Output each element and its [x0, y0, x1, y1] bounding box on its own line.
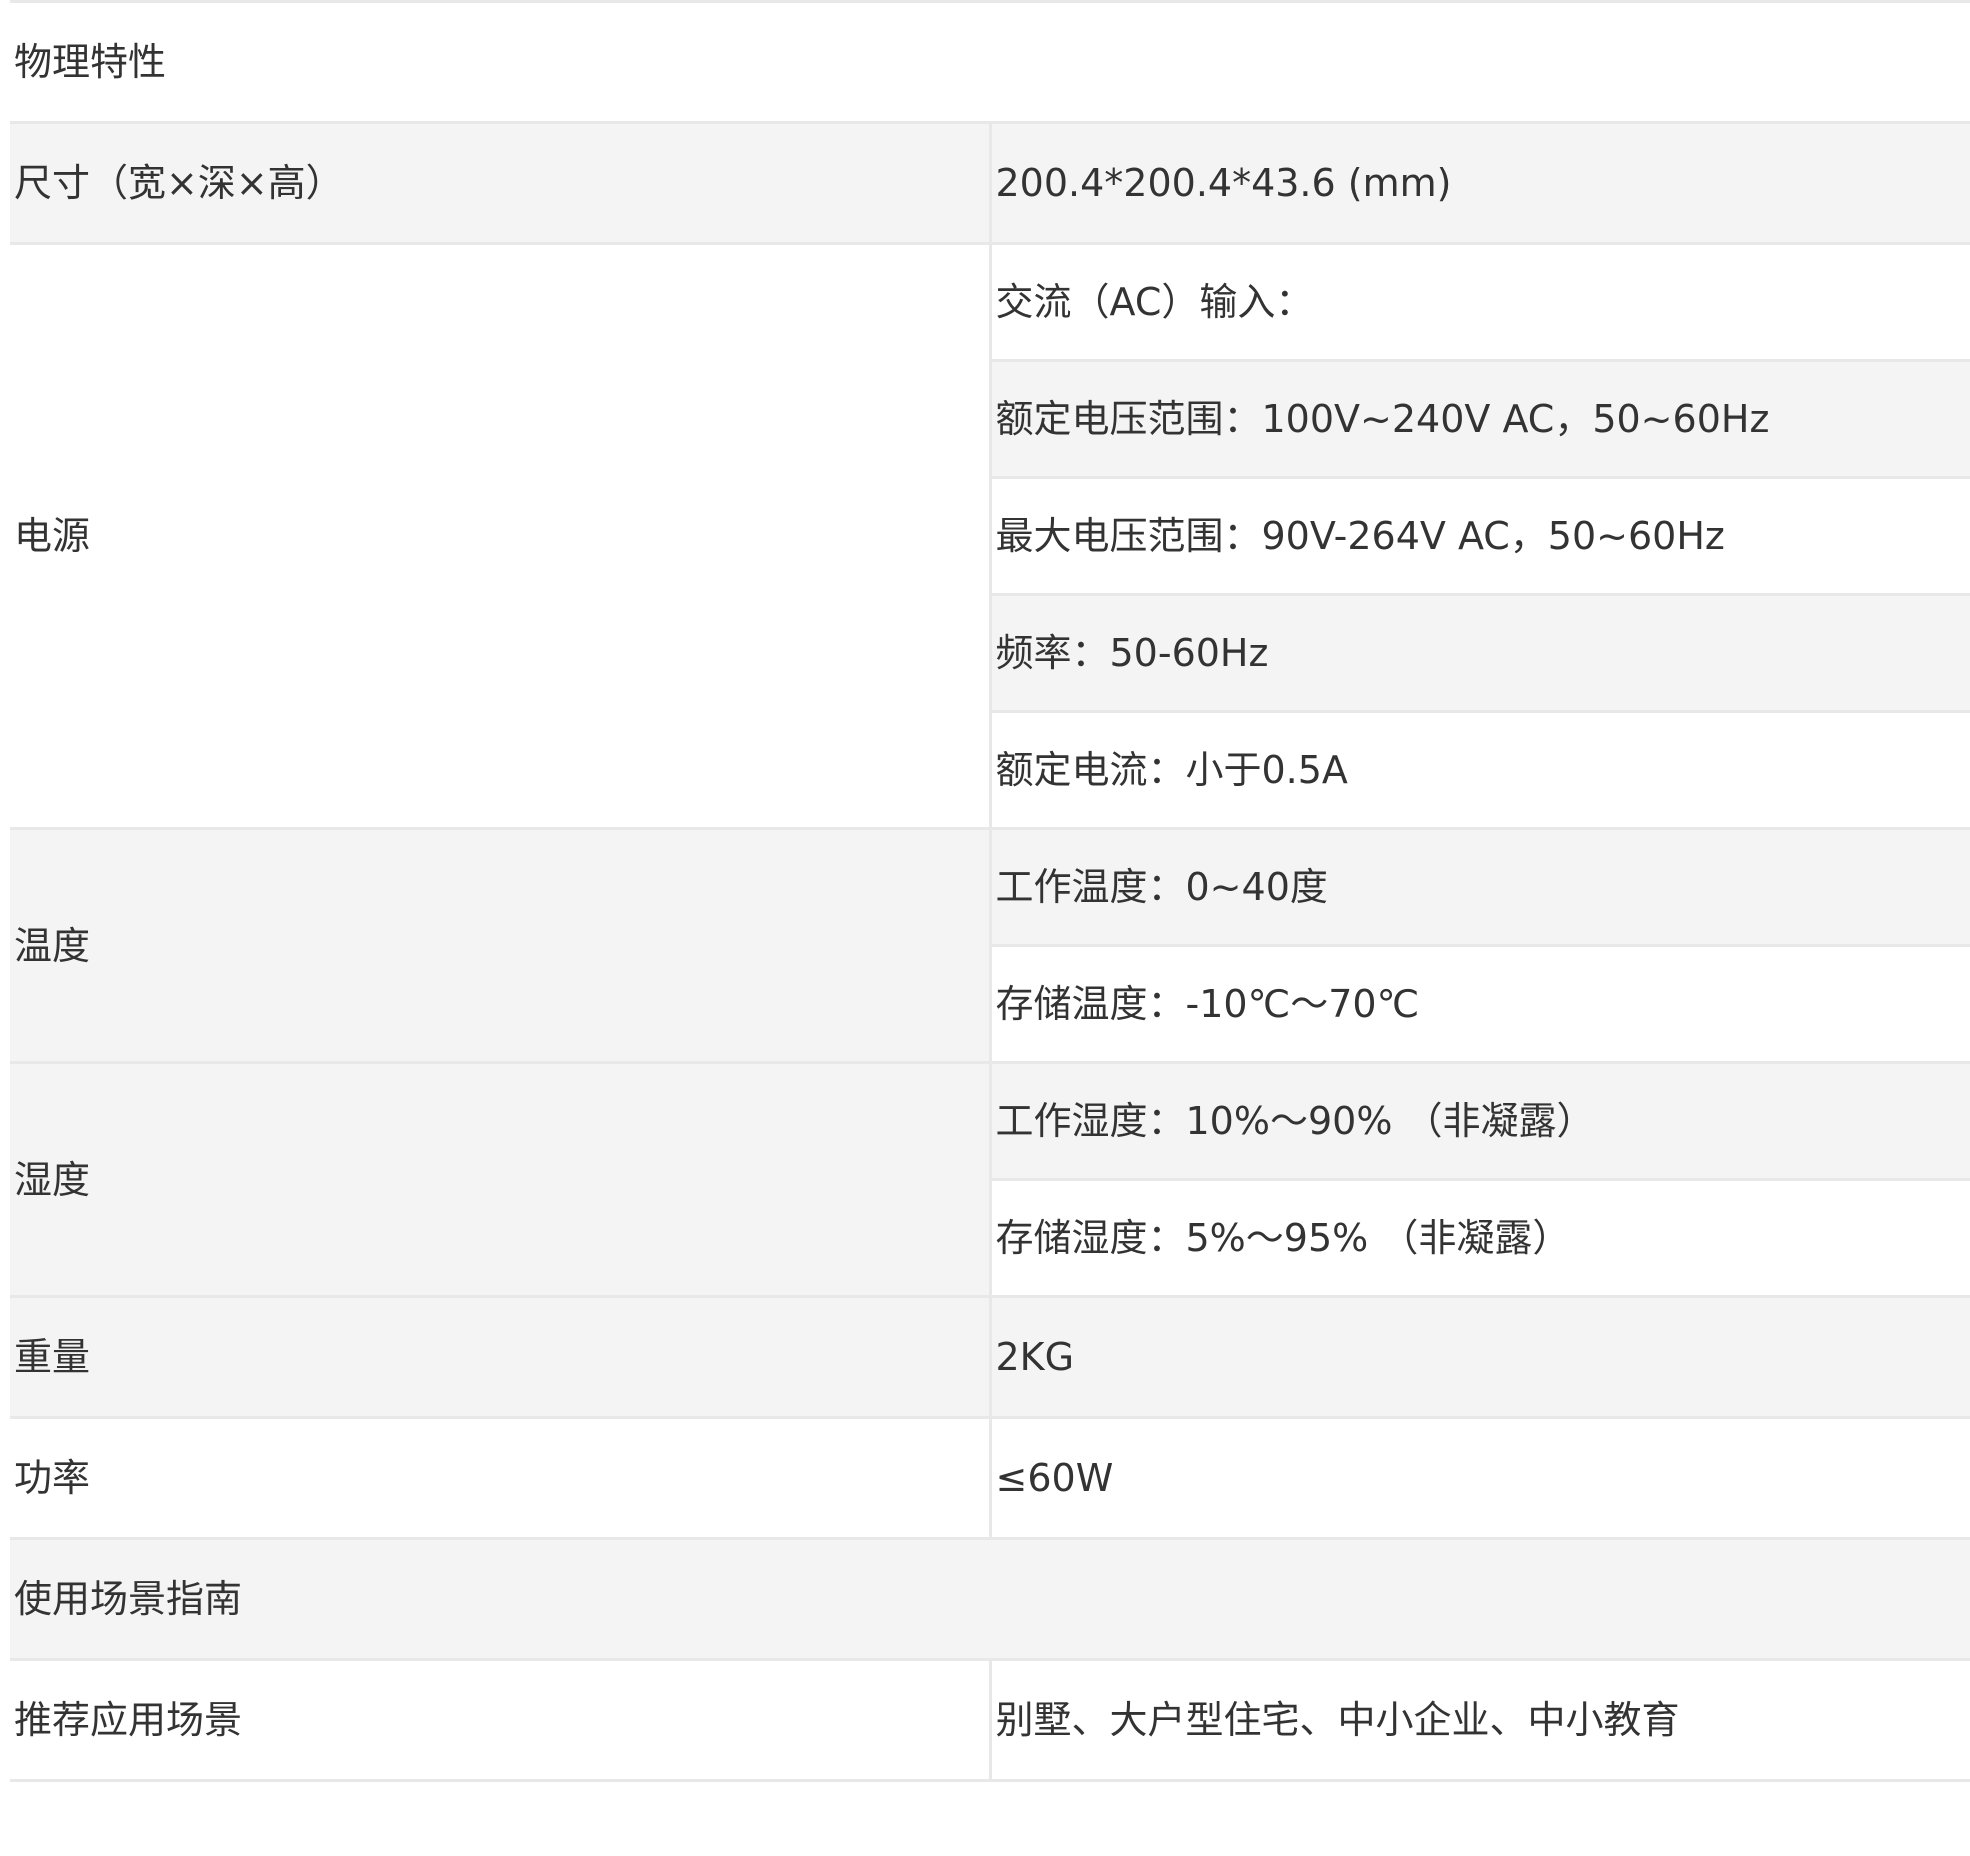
humidity-label: 湿度	[10, 1061, 992, 1298]
power-label: 功率	[10, 1416, 992, 1540]
section-row-scenario: 使用场景指南	[10, 1537, 1970, 1661]
power-value: ≤60W	[990, 1416, 1970, 1540]
table-row-dimensions: 尺寸（宽×深×高） 200.4*200.4*43.6 (mm)	[10, 121, 1970, 245]
temperature-value: 工作温度：0~40度	[990, 827, 1970, 947]
section-title-physical: 物理特性	[10, 0, 1970, 124]
recommended-value: 别墅、大户型住宅、中小企业、中小教育	[990, 1658, 1970, 1782]
power-supply-value: 最大电压范围：90V-264V AC，50~60Hz	[990, 476, 1970, 596]
weight-value: 2KG	[990, 1295, 1970, 1419]
dimensions-label: 尺寸（宽×深×高）	[10, 121, 992, 245]
weight-label: 重量	[10, 1295, 992, 1419]
power-supply-value: 额定电压范围：100V~240V AC，50~60Hz	[990, 359, 1970, 479]
temperature-label: 温度	[10, 827, 992, 1064]
temperature-value: 存储温度：-10℃～70℃	[990, 944, 1970, 1064]
table-row-weight: 重量 2KG	[10, 1295, 1970, 1419]
power-supply-value: 交流（AC）输入：	[990, 242, 1970, 362]
power-supply-value: 频率：50-60Hz	[990, 593, 1970, 713]
humidity-value: 工作湿度：10%～90% （非凝露）	[990, 1061, 1970, 1181]
table-row-recommended: 推荐应用场景 别墅、大户型住宅、中小企业、中小教育	[10, 1658, 1970, 1782]
table-row-power: 功率 ≤60W	[10, 1416, 1970, 1540]
power-supply-label: 电源	[10, 242, 992, 830]
humidity-value: 存储湿度：5%～95% （非凝露）	[990, 1178, 1970, 1298]
section-row-physical: 物理特性	[10, 0, 1970, 124]
dimensions-value: 200.4*200.4*43.6 (mm)	[990, 121, 1970, 245]
spec-table: 物理特性 尺寸（宽×深×高） 200.4*200.4*43.6 (mm) 电源 …	[10, 0, 1970, 1782]
recommended-label: 推荐应用场景	[10, 1658, 992, 1782]
section-title-scenario: 使用场景指南	[10, 1537, 1970, 1661]
power-supply-value: 额定电流：小于0.5A	[990, 710, 1970, 830]
table-row-power-supply: 电源 交流（AC）输入：	[10, 242, 1970, 830]
table-row-temperature: 温度 工作温度：0~40度	[10, 827, 1970, 1064]
table-row-humidity: 湿度 工作湿度：10%～90% （非凝露）	[10, 1061, 1970, 1298]
